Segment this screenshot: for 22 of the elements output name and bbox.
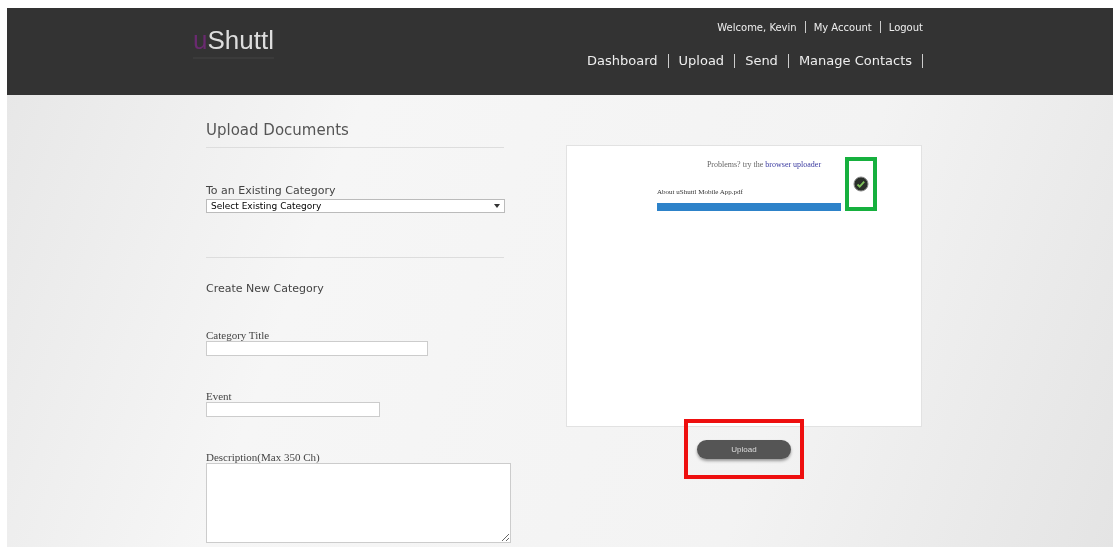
- nav-link[interactable]: Upload: [678, 53, 725, 68]
- nav-link[interactable]: Dashboard: [587, 53, 658, 68]
- nav-link[interactable]: Manage Contacts: [798, 53, 912, 68]
- field-label: To an Existing Category: [206, 184, 337, 197]
- logo[interactable]: uShuttl: [193, 25, 274, 59]
- input-field[interactable]: [206, 341, 428, 356]
- account-link[interactable]: My Account: [813, 21, 872, 33]
- field-label: Description(Max 350 Ch): [206, 451, 321, 463]
- caret-icon: [494, 204, 500, 208]
- account-link[interactable]: Logout: [888, 21, 923, 33]
- category-dropdown[interactable]: Select Existing Category: [206, 199, 505, 213]
- page-title: Upload Documents: [206, 121, 350, 139]
- section-heading: Create New Category: [206, 282, 325, 295]
- upload-button[interactable]: Upload: [697, 439, 791, 459]
- field-label: Category Title: [206, 329, 271, 341]
- account-link[interactable]: Welcome, Kevin: [717, 21, 797, 33]
- hint-text: Problems? try the browser uploader: [705, 160, 822, 169]
- nav-link[interactable]: Send: [745, 53, 778, 68]
- description-field[interactable]: [206, 463, 511, 543]
- field-label: Event: [206, 390, 233, 402]
- uploader-link[interactable]: browser uploader: [765, 160, 822, 169]
- input-field[interactable]: [206, 402, 380, 417]
